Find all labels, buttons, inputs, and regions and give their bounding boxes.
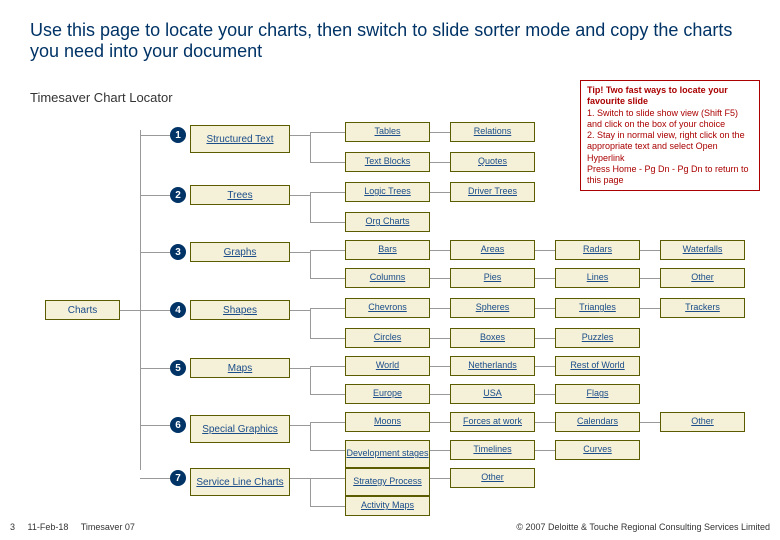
category-number-6: 6 xyxy=(170,417,186,433)
leaf-boxes[interactable]: Boxes xyxy=(450,328,535,348)
footer-date: 11-Feb-18 xyxy=(28,522,69,532)
footer: 3 11-Feb-18 Timesaver 07 © 2007 Deloitte… xyxy=(10,522,770,532)
tip-line-1: 1. Switch to slide show view (Shift F5) … xyxy=(587,108,738,129)
category-trees[interactable]: Trees xyxy=(190,185,290,205)
leaf-activity-maps[interactable]: Activity Maps xyxy=(345,496,430,516)
leaf-rest-of-world[interactable]: Rest of World xyxy=(555,356,640,376)
leaf-bars[interactable]: Bars xyxy=(345,240,430,260)
leaf-other[interactable]: Other xyxy=(660,268,745,288)
leaf-europe[interactable]: Europe xyxy=(345,384,430,404)
leaf-timelines[interactable]: Timelines xyxy=(450,440,535,460)
footer-page: 3 xyxy=(10,522,15,532)
leaf-chevrons[interactable]: Chevrons xyxy=(345,298,430,318)
connector xyxy=(140,130,141,470)
page-title: Use this page to locate your charts, the… xyxy=(30,20,750,62)
category-structured-text[interactable]: Structured Text xyxy=(190,125,290,153)
category-number-1: 1 xyxy=(170,127,186,143)
category-number-7: 7 xyxy=(170,470,186,486)
root-charts[interactable]: Charts xyxy=(45,300,120,320)
category-service-line-charts[interactable]: Service Line Charts xyxy=(190,468,290,496)
leaf-relations[interactable]: Relations xyxy=(450,122,535,142)
tip-line-2: 2. Stay in normal view, right click on t… xyxy=(587,130,745,163)
leaf-waterfalls[interactable]: Waterfalls xyxy=(660,240,745,260)
leaf-pies[interactable]: Pies xyxy=(450,268,535,288)
leaf-columns[interactable]: Columns xyxy=(345,268,430,288)
leaf-strategy-process[interactable]: Strategy Process xyxy=(345,468,430,496)
leaf-radars[interactable]: Radars xyxy=(555,240,640,260)
footer-product: Timesaver 07 xyxy=(81,522,135,532)
leaf-spheres[interactable]: Spheres xyxy=(450,298,535,318)
page-subtitle: Timesaver Chart Locator xyxy=(30,90,173,105)
tip-heading: Tip! Two fast ways to locate your favour… xyxy=(587,85,728,106)
leaf-forces-at-work[interactable]: Forces at work xyxy=(450,412,535,432)
leaf-usa[interactable]: USA xyxy=(450,384,535,404)
leaf-flags[interactable]: Flags xyxy=(555,384,640,404)
category-number-5: 5 xyxy=(170,360,186,376)
category-shapes[interactable]: Shapes xyxy=(190,300,290,320)
category-number-3: 3 xyxy=(170,244,186,260)
leaf-moons[interactable]: Moons xyxy=(345,412,430,432)
leaf-other[interactable]: Other xyxy=(660,412,745,432)
leaf-trackers[interactable]: Trackers xyxy=(660,298,745,318)
leaf-lines[interactable]: Lines xyxy=(555,268,640,288)
leaf-calendars[interactable]: Calendars xyxy=(555,412,640,432)
connector xyxy=(120,310,140,311)
leaf-netherlands[interactable]: Netherlands xyxy=(450,356,535,376)
leaf-org-charts[interactable]: Org Charts xyxy=(345,212,430,232)
tip-box: Tip! Two fast ways to locate your favour… xyxy=(580,80,760,191)
leaf-circles[interactable]: Circles xyxy=(345,328,430,348)
leaf-areas[interactable]: Areas xyxy=(450,240,535,260)
category-special-graphics[interactable]: Special Graphics xyxy=(190,415,290,443)
footer-copyright: © 2007 Deloitte & Touche Regional Consul… xyxy=(516,522,770,532)
leaf-world[interactable]: World xyxy=(345,356,430,376)
leaf-puzzles[interactable]: Puzzles xyxy=(555,328,640,348)
leaf-text-blocks[interactable]: Text Blocks xyxy=(345,152,430,172)
category-number-2: 2 xyxy=(170,187,186,203)
tip-line-3: Press Home - Pg Dn - Pg Dn to return to … xyxy=(587,164,749,185)
leaf-tables[interactable]: Tables xyxy=(345,122,430,142)
leaf-other[interactable]: Other xyxy=(450,468,535,488)
leaf-quotes[interactable]: Quotes xyxy=(450,152,535,172)
leaf-curves[interactable]: Curves xyxy=(555,440,640,460)
leaf-driver-trees[interactable]: Driver Trees xyxy=(450,182,535,202)
category-graphs[interactable]: Graphs xyxy=(190,242,290,262)
category-maps[interactable]: Maps xyxy=(190,358,290,378)
leaf-development-stages[interactable]: Development stages xyxy=(345,440,430,468)
leaf-triangles[interactable]: Triangles xyxy=(555,298,640,318)
category-number-4: 4 xyxy=(170,302,186,318)
leaf-logic-trees[interactable]: Logic Trees xyxy=(345,182,430,202)
